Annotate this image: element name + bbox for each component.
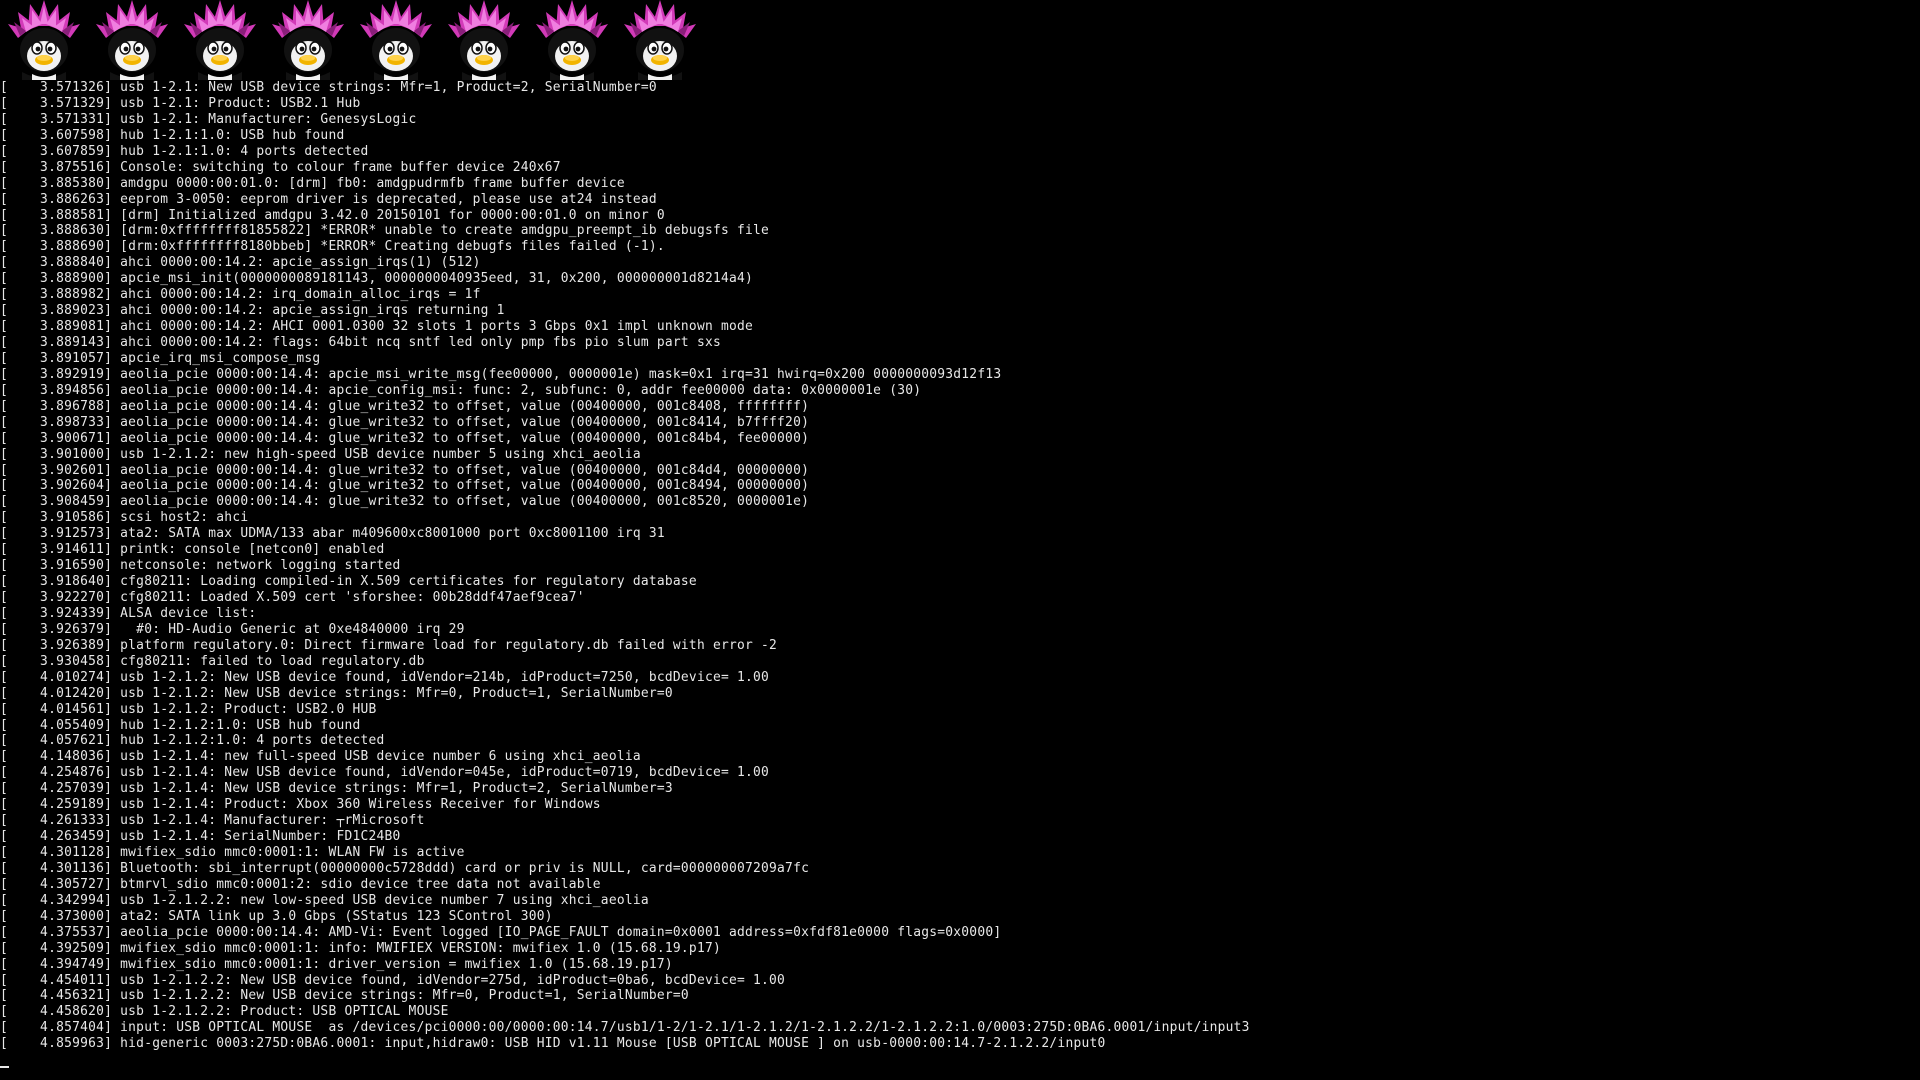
log-line: [ 3.571326] usb 1-2.1: New USB device st… [0,80,657,95]
log-line: [ 3.607859] hub 1-2.1:1.0: 4 ports detec… [0,143,369,159]
log-line: [ 3.914611] printk: console [netcon0] en… [0,542,385,558]
log-line: [ 3.889023] ahci 0000:00:14.2: apcie_ass… [0,303,505,319]
tux-penguin-icon [624,0,696,80]
log-line: [ 4.055409] hub 1-2.1.2:1.0: USB hub fou… [0,717,361,733]
tux-penguin-icon [536,0,608,80]
log-line: [ 3.888581] [drm] Initialized amdgpu 3.4… [0,207,665,223]
tux-penguin-icon [8,0,80,80]
log-line: [ 3.912573] ata2: SATA max UDMA/133 abar… [0,526,665,542]
log-line: [ 3.930458] cfg80211: failed to load reg… [0,653,425,669]
log-line: [ 3.918640] cfg80211: Loading compiled-i… [0,574,697,590]
log-line: [ 4.305727] btmrvl_sdio mmc0:0001:2: sdi… [0,876,601,892]
log-line: [ 3.908459] aeolia_pcie 0000:00:14.4: gl… [0,494,810,510]
log-line: [ 3.910586] scsi host2: ahci [0,510,249,526]
log-line: [ 3.571329] usb 1-2.1: Product: USB2.1 H… [0,95,361,111]
log-line: [ 3.888690] [drm:0xffffffff8180bbeb] *ER… [0,239,665,255]
tux-penguin-icon [272,0,344,80]
log-line: [ 4.301136] Bluetooth: sbi_interrupt(000… [0,860,810,876]
log-line: [ 4.014561] usb 1-2.1.2: Product: USB2.0… [0,701,377,717]
tux-penguin-icon [96,0,168,80]
framebuffer-console: [ 3.571326] usb 1-2.1: New USB device st… [0,0,1920,1080]
log-line: [ 4.454011] usb 1-2.1.2.2: New USB devic… [0,972,786,988]
log-line: [ 3.888900] apcie_msi_init(0000000089181… [0,271,754,287]
log-line: [ 3.888630] [drm:0xffffffff81855822] *ER… [0,223,770,239]
log-line: [ 4.859963] hid-generic 0003:275D:0BA6.0… [0,1036,1106,1052]
log-line: [ 3.571331] usb 1-2.1: Manufacturer: Gen… [0,111,417,127]
log-line: [ 3.894856] aeolia_pcie 0000:00:14.4: ap… [0,382,922,398]
log-line: [ 4.254876] usb 1-2.1.4: New USB device … [0,765,770,781]
tux-penguin-icon [448,0,520,80]
log-line: [ 3.885380] amdgpu 0000:00:01.0: [drm] f… [0,175,625,191]
log-line: [ 4.057621] hub 1-2.1.2:1.0: 4 ports det… [0,733,385,749]
log-line: [ 3.900671] aeolia_pcie 0000:00:14.4: gl… [0,430,810,446]
log-line: [ 3.889081] ahci 0000:00:14.2: AHCI 0001… [0,319,754,335]
log-line: [ 4.012420] usb 1-2.1.2: New USB device … [0,685,673,701]
log-line: [ 3.901000] usb 1-2.1.2: new high-speed … [0,446,641,462]
log-line: [ 3.888982] ahci 0000:00:14.2: irq_domai… [0,287,481,303]
log-line: [ 3.924339] ALSA device list: [0,605,257,621]
log-line: [ 3.916590] netconsole: network logging … [0,558,401,574]
log-line: [ 3.886263] eeprom 3-0050: eeprom driver… [0,191,657,207]
log-line: [ 3.889143] ahci 0000:00:14.2: flags: 64… [0,335,721,350]
log-line: [ 3.607598] hub 1-2.1:1.0: USB hub found [0,127,345,143]
log-line: [ 3.892919] aeolia_pcie 0000:00:14.4: ap… [0,366,1002,382]
console-cursor [0,1066,9,1068]
log-line: [ 4.456321] usb 1-2.1.2.2: New USB devic… [0,988,689,1004]
log-line: [ 4.301128] mwifiex_sdio mmc0:0001:1: WL… [0,845,465,860]
log-line: [ 4.010274] usb 1-2.1.2: New USB device … [0,669,770,685]
log-line: [ 4.375537] aeolia_pcie 0000:00:14.4: AM… [0,924,1002,940]
log-line: [ 3.875516] Console: switching to colour… [0,159,561,175]
kernel-log-output: [ 3.571326] usb 1-2.1: New USB device st… [0,80,1250,1052]
log-line: [ 4.259189] usb 1-2.1.4: Product: Xbox 3… [0,797,601,813]
log-line: [ 3.888840] ahci 0000:00:14.2: apcie_ass… [0,255,481,271]
log-line: [ 4.394749] mwifiex_sdio mmc0:0001:1: dr… [0,956,673,972]
tux-penguin-icon [184,0,256,80]
log-line: [ 3.898733] aeolia_pcie 0000:00:14.4: gl… [0,414,810,430]
log-line: [ 3.902604] aeolia_pcie 0000:00:14.4: gl… [0,478,810,494]
log-line: [ 3.896788] aeolia_pcie 0000:00:14.4: gl… [0,398,810,414]
log-line: [ 3.902601] aeolia_pcie 0000:00:14.4: gl… [0,462,810,478]
log-line: [ 4.257039] usb 1-2.1.4: New USB device … [0,781,673,797]
log-line: [ 3.891057] apcie_irq_msi_compose_msg [0,350,321,366]
log-line: [ 4.263459] usb 1-2.1.4: SerialNumber: F… [0,829,401,845]
log-line: [ 4.392509] mwifiex_sdio mmc0:0001:1: in… [0,940,721,956]
log-line: [ 4.458620] usb 1-2.1.2.2: Product: USB … [0,1004,449,1020]
log-line: [ 4.342994] usb 1-2.1.2.2: new low-speed… [0,892,649,908]
log-line: [ 3.926379] #0: HD-Audio Generic at 0xe4… [0,621,465,637]
tux-penguin-icon [360,0,432,80]
log-line: [ 4.148036] usb 1-2.1.4: new full-speed … [0,749,641,765]
log-line: [ 4.857404] input: USB OPTICAL MOUSE as … [0,1020,1250,1036]
log-line: [ 4.373000] ata2: SATA link up 3.0 Gbps … [0,908,553,924]
log-line: [ 3.926389] platform regulatory.0: Direc… [0,637,778,653]
tux-logo-row [0,0,704,80]
log-line: [ 4.261333] usb 1-2.1.4: Manufacturer: ┬… [0,813,425,829]
log-line: [ 3.922270] cfg80211: Loaded X.509 cert … [0,590,585,605]
